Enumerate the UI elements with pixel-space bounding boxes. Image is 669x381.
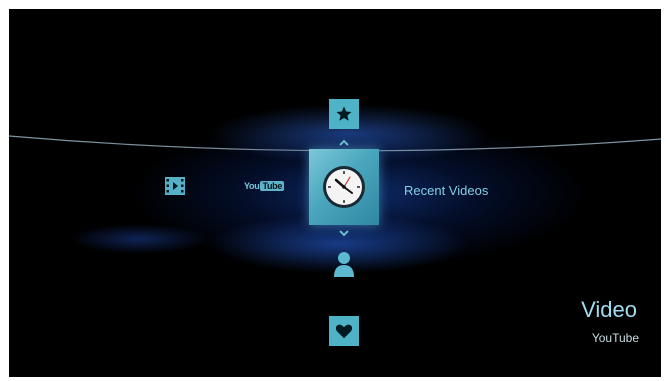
film-icon[interactable] (165, 177, 185, 195)
star-icon (336, 106, 352, 121)
youtube-logo-you: You (244, 181, 260, 191)
media-menu-screen: You Tube Recent Videos Video YouTube (9, 9, 661, 377)
recent-videos-selected-tile[interactable] (309, 149, 379, 225)
heart-icon (335, 324, 353, 339)
selected-item-label: Recent Videos (404, 183, 489, 198)
favorites-heart-button[interactable] (329, 316, 359, 346)
user-button[interactable] (329, 249, 359, 279)
youtube-logo-tube: Tube (260, 181, 285, 191)
user-icon (334, 252, 354, 277)
category-subtitle: YouTube (591, 331, 639, 345)
clock-icon (323, 166, 365, 208)
glow-left (69, 224, 209, 254)
chevron-up-icon[interactable] (338, 139, 350, 147)
youtube-logo[interactable]: You Tube (244, 180, 285, 192)
favorites-star-button[interactable] (329, 99, 359, 129)
chevron-down-icon[interactable] (338, 229, 350, 237)
category-title: Video (581, 297, 637, 322)
